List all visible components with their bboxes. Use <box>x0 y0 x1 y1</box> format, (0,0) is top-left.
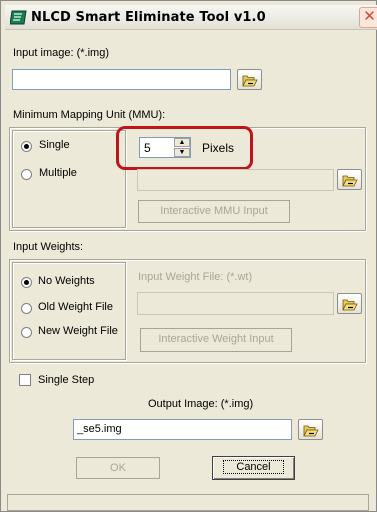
status-bar <box>7 494 369 511</box>
app-icon <box>10 10 27 25</box>
interactive-mmu-input-button[interactable]: Interactive MMU Input <box>138 200 290 223</box>
weight-file-field[interactable] <box>137 292 334 315</box>
mmu-single-label[interactable]: Single <box>39 139 70 151</box>
mmu-single-radio[interactable] <box>21 141 32 152</box>
mmu-group-label: Minimum Mapping Unit (MMU): <box>13 109 166 121</box>
annotation-highlight <box>116 126 253 170</box>
no-weights-radio[interactable] <box>21 277 32 288</box>
new-weight-file-radio[interactable] <box>21 327 32 338</box>
close-icon[interactable]: ✕ <box>359 7 377 28</box>
output-image-browse-button[interactable] <box>298 419 323 440</box>
folder-open-icon <box>342 299 358 311</box>
single-step-checkbox[interactable] <box>19 374 31 386</box>
new-weight-file-label[interactable]: New Weight File <box>38 325 118 337</box>
old-weight-file-label[interactable]: Old Weight File <box>38 301 113 313</box>
mmu-multiple-radio[interactable] <box>21 169 32 180</box>
weights-group-label: Input Weights: <box>13 241 84 253</box>
folder-open-icon <box>242 75 258 87</box>
folder-open-icon <box>342 175 358 187</box>
ok-button[interactable]: OK <box>76 457 160 479</box>
weight-file-label: Input Weight File: (*.wt) <box>138 271 253 283</box>
input-image-field[interactable] <box>12 69 231 90</box>
weight-file-browse-button[interactable] <box>337 293 362 314</box>
dialog-window: NLCD Smart Eliminate Tool v1.0 ✕ Input i… <box>0 0 377 512</box>
window-title: NLCD Smart Eliminate Tool v1.0 <box>31 10 266 25</box>
mmu-multiple-label[interactable]: Multiple <box>39 167 77 179</box>
mmu-file-browse-button[interactable] <box>337 169 362 190</box>
title-bar[interactable]: NLCD Smart Eliminate Tool v1.0 ✕ <box>5 5 377 30</box>
old-weight-file-radio[interactable] <box>21 303 32 314</box>
interactive-weight-input-button[interactable]: Interactive Weight Input <box>140 328 292 352</box>
output-image-label: Output Image: (*.img) <box>148 398 254 410</box>
cancel-button-label[interactable]: Cancel <box>223 460 284 474</box>
cancel-button[interactable]: Cancel <box>212 456 295 480</box>
output-image-field[interactable]: _se5.img <box>73 419 292 440</box>
no-weights-label[interactable]: No Weights <box>38 275 95 287</box>
mmu-file-field[interactable] <box>137 169 334 191</box>
folder-open-icon <box>303 425 319 437</box>
input-image-browse-button[interactable] <box>237 69 262 90</box>
single-step-label[interactable]: Single Step <box>38 374 94 386</box>
input-image-label: Input image: (*.img) <box>13 47 109 59</box>
